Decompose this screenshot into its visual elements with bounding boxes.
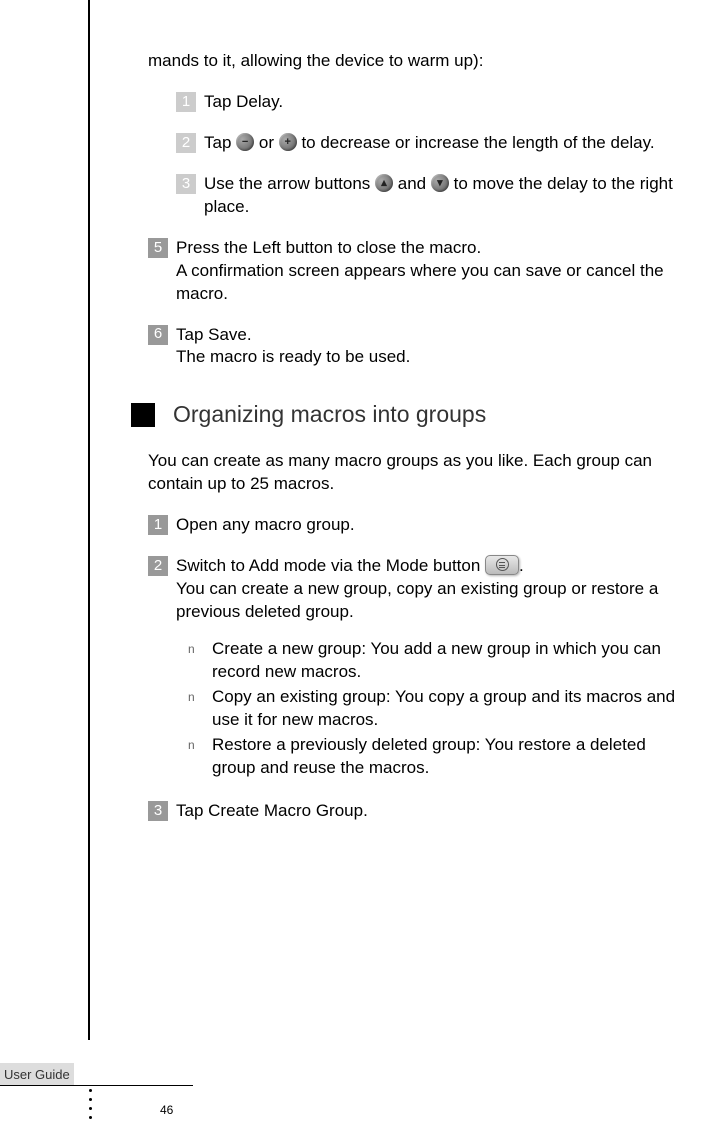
text-fragment: Switch to Add mode via the Mode button bbox=[176, 556, 485, 575]
step-marker: 6 bbox=[148, 325, 168, 345]
step-marker: 1 bbox=[148, 515, 168, 535]
bullet-marker: n bbox=[188, 638, 212, 684]
step-text: Tap Save. The macro is ready to be used. bbox=[176, 324, 688, 370]
substep-1: 1 Tap Delay. bbox=[176, 91, 688, 114]
text-fragment: to decrease or increase the length of th… bbox=[301, 133, 654, 152]
step-5: 5 Press the Left button to close the mac… bbox=[148, 237, 688, 306]
text-fragment: Tap bbox=[204, 133, 236, 152]
step-marker: 3 bbox=[148, 801, 168, 821]
footer-label: User Guide bbox=[0, 1063, 74, 1086]
dotted-rule bbox=[89, 1089, 92, 1119]
text-fragment: and bbox=[398, 174, 431, 193]
vertical-rule bbox=[88, 0, 90, 1040]
step-text: Use the arrow buttons ▴ and ▾ to move th… bbox=[204, 173, 688, 219]
page-content: mands to it, allowing the device to warm… bbox=[148, 50, 688, 841]
bullet-text: Copy an existing group: You copy a group… bbox=[212, 686, 688, 732]
arrow-up-icon: ▴ bbox=[375, 174, 393, 192]
text-fragment: or bbox=[259, 133, 279, 152]
step-marker: 3 bbox=[176, 174, 196, 194]
mode-button-icon bbox=[485, 555, 519, 575]
text-fragment: Use the arrow buttons bbox=[204, 174, 375, 193]
step-text: Tap Delay. bbox=[204, 91, 688, 114]
step-6: 6 Tap Save. The macro is ready to be use… bbox=[148, 324, 688, 370]
step-marker: 2 bbox=[176, 133, 196, 153]
group-step-2: 2 Switch to Add mode via the Mode button… bbox=[148, 555, 688, 781]
step-text: Tap Create Macro Group. bbox=[176, 800, 688, 823]
group-step-1: 1 Open any macro group. bbox=[148, 514, 688, 537]
bullet-text: Restore a previously deleted group: You … bbox=[212, 734, 688, 780]
plus-icon: + bbox=[279, 133, 297, 151]
step-text: Switch to Add mode via the Mode button .… bbox=[176, 555, 688, 781]
step-text: Open any macro group. bbox=[176, 514, 688, 537]
step-marker: 2 bbox=[148, 556, 168, 576]
section-title: Organizing macros into groups bbox=[173, 399, 486, 430]
step-marker: 5 bbox=[148, 238, 168, 258]
list-item: n Create a new group: You add a new grou… bbox=[188, 638, 688, 684]
step-marker: 1 bbox=[176, 92, 196, 112]
bullet-marker: n bbox=[188, 734, 212, 780]
list-item: n Copy an existing group: You copy a gro… bbox=[188, 686, 688, 732]
section-intro: You can create as many macro groups as y… bbox=[148, 450, 688, 496]
list-item: n Restore a previously deleted group: Yo… bbox=[188, 734, 688, 780]
step-text: Tap − or + to decrease or increase the l… bbox=[204, 132, 688, 155]
section-heading: Organizing macros into groups bbox=[131, 399, 688, 430]
step-text: Press the Left button to close the macro… bbox=[176, 237, 688, 306]
continuation-text: mands to it, allowing the device to warm… bbox=[148, 50, 688, 73]
bullet-list: n Create a new group: You add a new grou… bbox=[188, 638, 688, 780]
group-step-3: 3 Tap Create Macro Group. bbox=[148, 800, 688, 823]
minus-icon: − bbox=[236, 133, 254, 151]
page-number: 46 bbox=[160, 1103, 173, 1117]
section-bullet-block bbox=[131, 403, 155, 427]
bullet-marker: n bbox=[188, 686, 212, 732]
substep-3: 3 Use the arrow buttons ▴ and ▾ to move … bbox=[176, 173, 688, 219]
substep-2: 2 Tap − or + to decrease or increase the… bbox=[176, 132, 688, 155]
footer-rule bbox=[0, 1085, 193, 1086]
bullet-text: Create a new group: You add a new group … bbox=[212, 638, 688, 684]
arrow-down-icon: ▾ bbox=[431, 174, 449, 192]
